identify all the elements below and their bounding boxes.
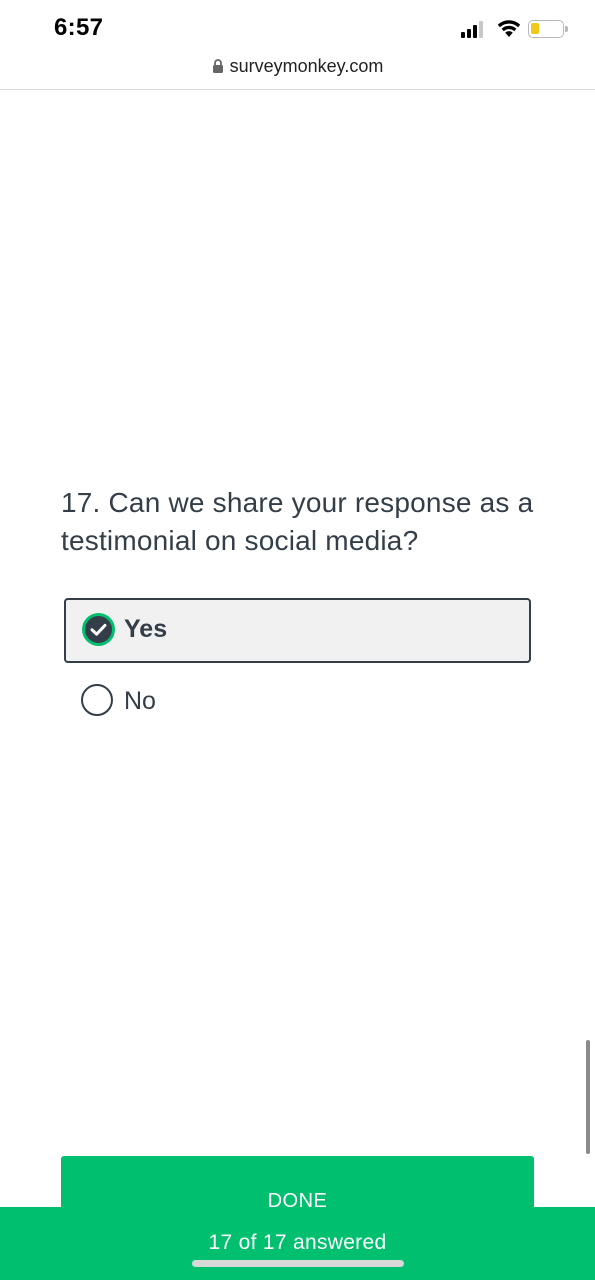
checkmark-icon — [90, 623, 107, 636]
option-no[interactable]: No — [64, 669, 531, 734]
done-button[interactable]: DONE — [61, 1156, 534, 1216]
home-indicator[interactable] — [192, 1260, 404, 1267]
wifi-icon — [497, 20, 521, 37]
status-bar: 6:57 — [0, 0, 595, 52]
progress-bar: 17 of 17 answered — [0, 1207, 595, 1280]
radio-checked-icon[interactable] — [82, 613, 115, 646]
option-no-label: No — [124, 687, 156, 715]
status-time: 6:57 — [54, 14, 104, 41]
lock-icon — [212, 59, 223, 73]
url-text: surveymonkey.com — [229, 56, 384, 76]
battery-nub — [565, 26, 568, 32]
option-yes-label: Yes — [124, 615, 168, 643]
url-display[interactable]: surveymonkey.com — [0, 56, 595, 77]
browser-url-bar[interactable]: surveymonkey.com — [0, 52, 595, 90]
progress-text: 17 of 17 answered — [208, 1231, 387, 1254]
radio-empty-icon[interactable] — [81, 684, 113, 716]
question-title: 17. Can we share your response as a test… — [61, 487, 534, 556]
cellular-signal-icon — [461, 20, 487, 38]
done-button-label: DONE — [267, 1189, 328, 1212]
scrollbar[interactable] — [586, 1040, 590, 1154]
option-yes[interactable]: Yes — [64, 598, 531, 663]
battery-icon — [528, 20, 564, 38]
battery-level — [531, 23, 539, 34]
